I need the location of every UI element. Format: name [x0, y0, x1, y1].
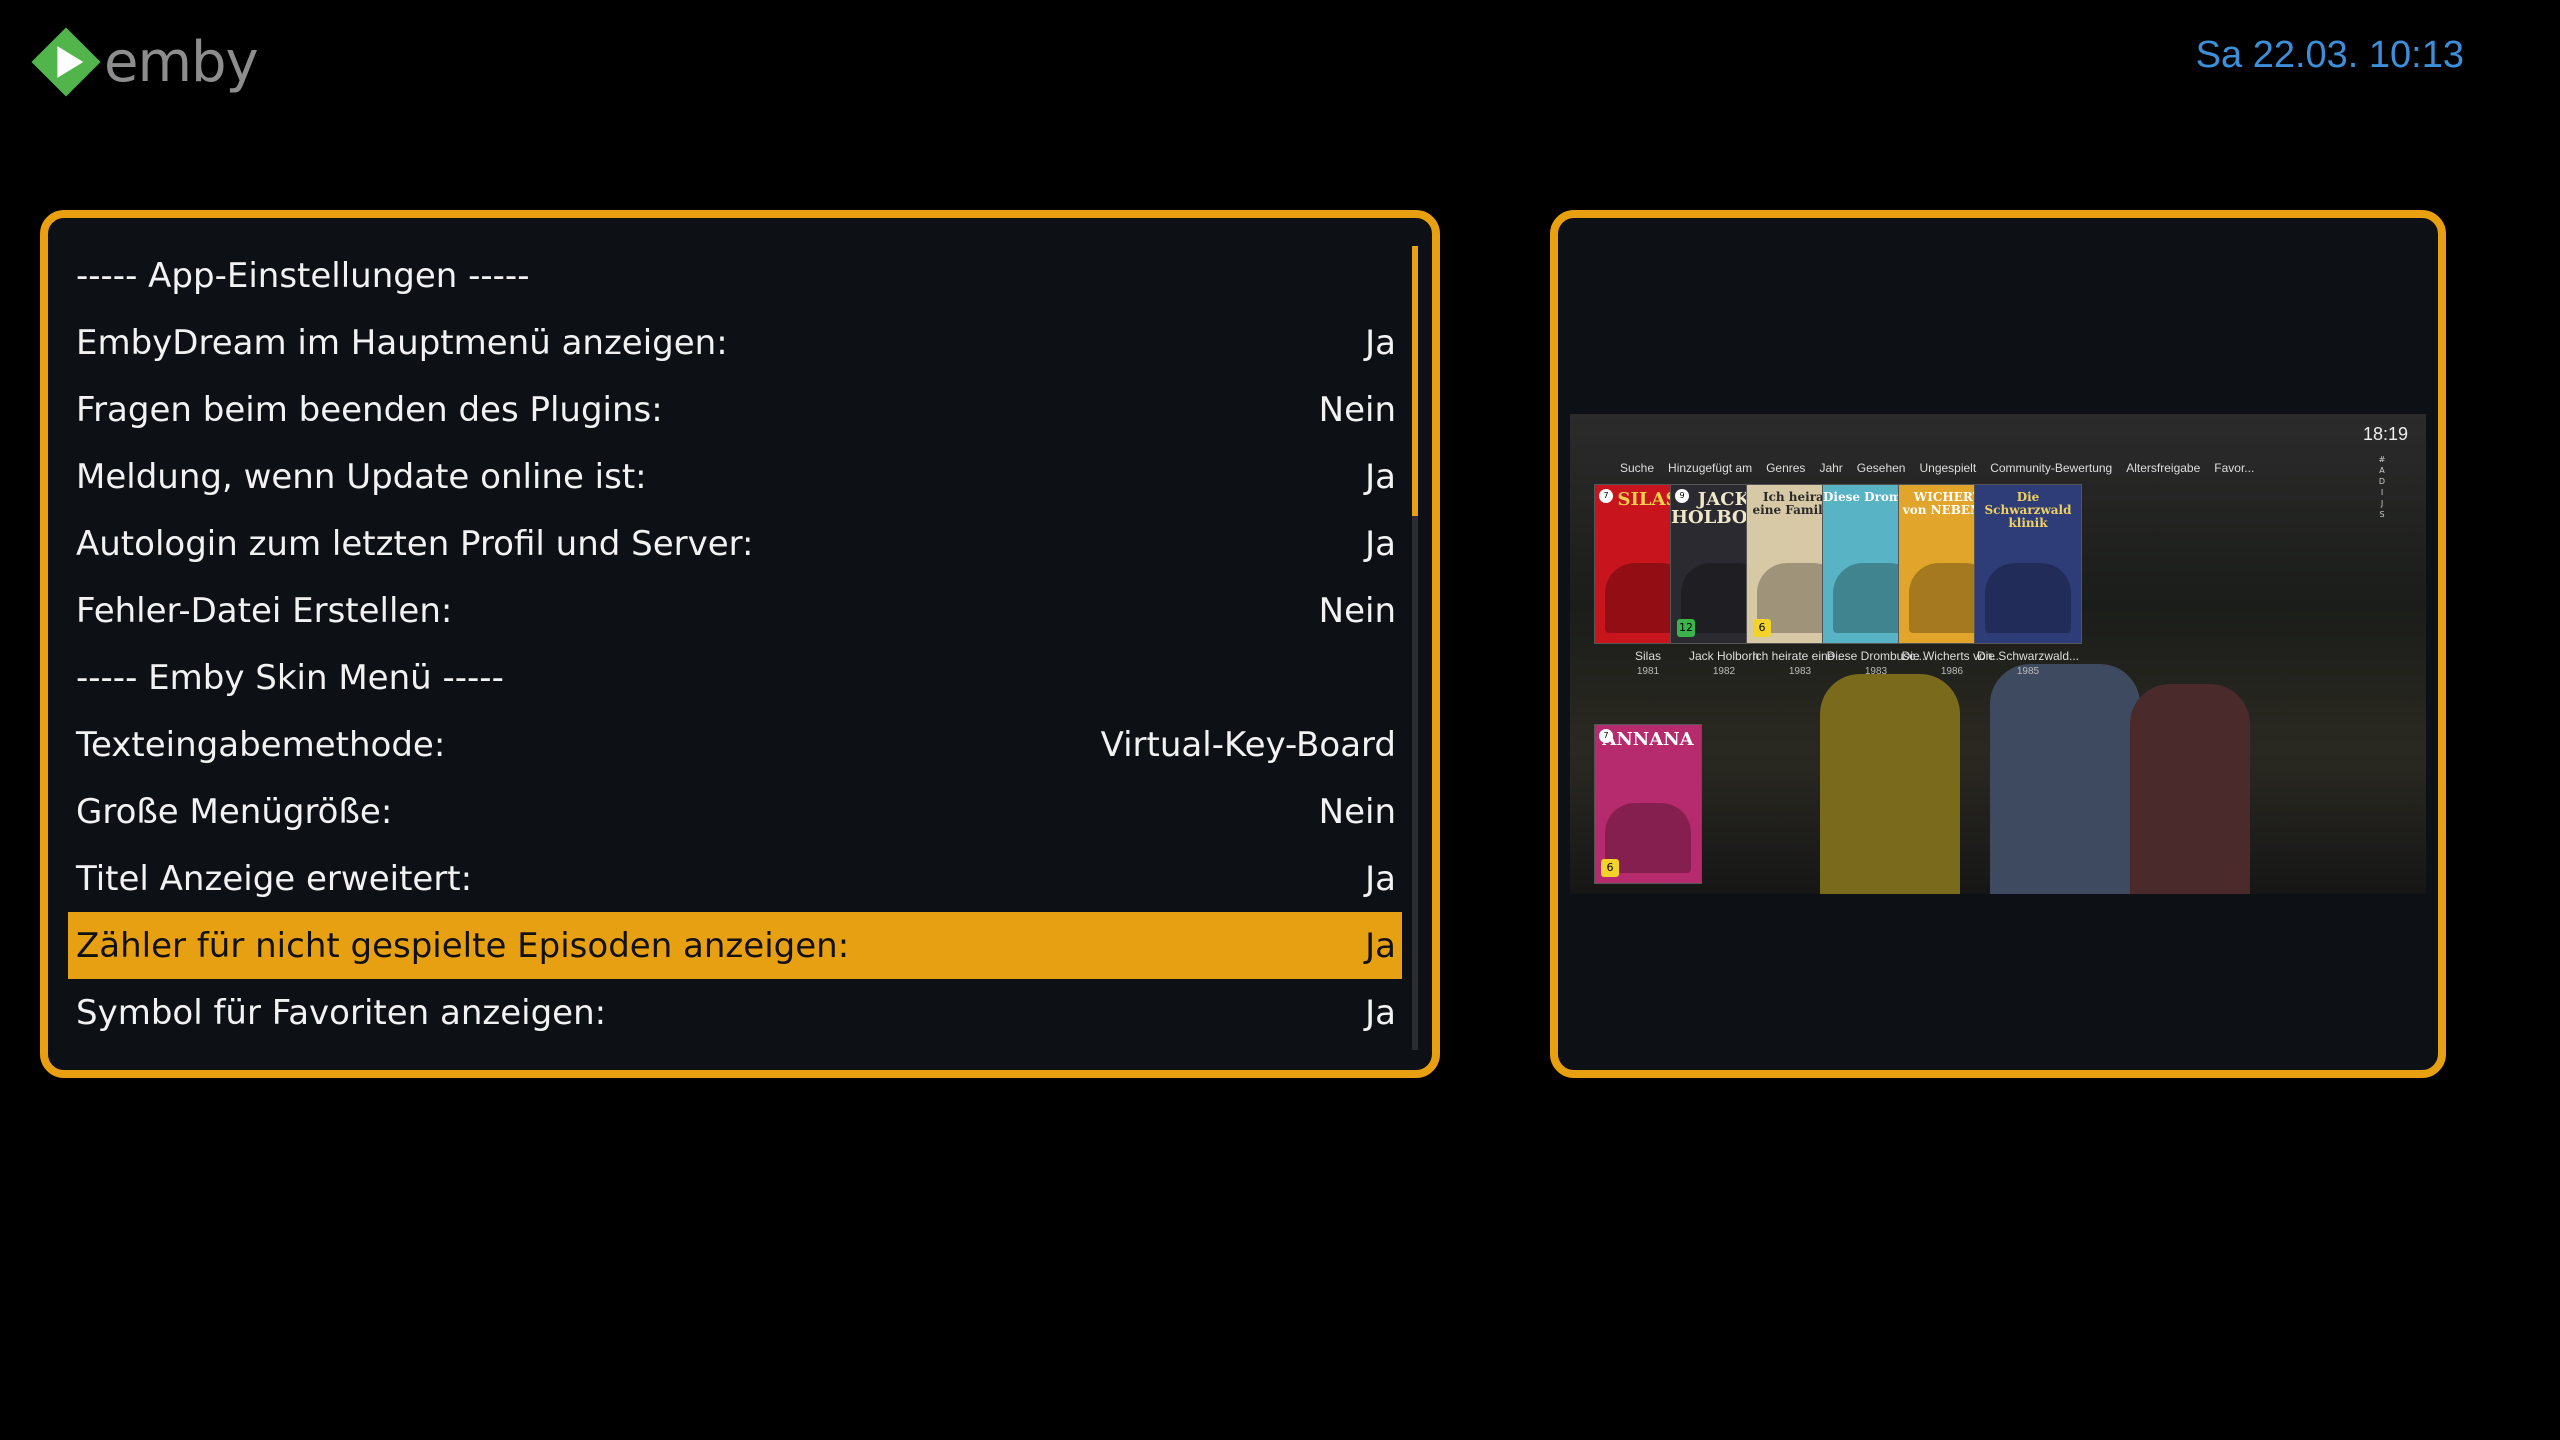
- settings-row-value: Ja: [1365, 456, 1396, 497]
- settings-list: ----- App-Einstellungen ----- EmbyDream i…: [68, 242, 1402, 1046]
- preview-panel: 18:19 Suche Hinzugefügt am Genres Jahr Geseh…: [1550, 210, 2446, 1078]
- settings-panel: ----- App-Einstellungen ----- EmbyDream i…: [40, 210, 1440, 1078]
- settings-row-label: Fragen beim beenden des Plugins:: [76, 389, 663, 430]
- preview-nav-item: Jahr: [1819, 461, 1843, 475]
- preview-nav-item: Hinzugefügt am: [1668, 461, 1753, 475]
- settings-row-label: Große Menügröße:: [76, 791, 393, 832]
- preview-poster: Die Schwarzwald klinik: [1974, 484, 2082, 644]
- settings-row-value: Nein: [1318, 590, 1396, 631]
- settings-row-label: EmbyDream im Hauptmenü anzeigen:: [76, 322, 728, 363]
- settings-row-label: Symbol für Favoriten anzeigen:: [76, 992, 607, 1033]
- settings-row[interactable]: Texteingabemethode: Virtual-Key-Board: [68, 711, 1402, 778]
- settings-row-value: Virtual-Key-Board: [1100, 724, 1396, 765]
- preview-nav-item: Genres: [1766, 461, 1806, 475]
- settings-row[interactable]: Fragen beim beenden des Plugins: Nein: [68, 376, 1402, 443]
- settings-row-label: Autologin zum letzten Profil und Server:: [76, 523, 754, 564]
- settings-row-label: Fehler-Datei Erstellen:: [76, 590, 453, 631]
- settings-row[interactable]: Autologin zum letzten Profil und Server:…: [68, 510, 1402, 577]
- scrollbar[interactable]: [1412, 246, 1418, 1050]
- poster-caption-title: Die Schwarzwald...: [1976, 649, 2080, 663]
- preview-bg-figure: [1820, 674, 1960, 894]
- fsk-rating-badge: 6: [1753, 619, 1771, 637]
- datetime: Sa 22.03. 10:13: [2195, 34, 2464, 76]
- fsk-rating-badge: 12: [1677, 619, 1695, 637]
- settings-row-value: Ja: [1365, 523, 1396, 564]
- settings-row-value: Ja: [1365, 858, 1396, 899]
- preview-poster: ANNANA 7 6: [1594, 724, 1702, 884]
- unplayed-count-badge: 7: [1599, 729, 1613, 743]
- settings-row[interactable]: Zähler für nicht gespielte Episoden anze…: [68, 912, 1402, 979]
- settings-section-header: ----- App-Einstellungen -----: [68, 242, 1402, 309]
- settings-row-value: Ja: [1365, 322, 1396, 363]
- poster-caption: Die Schwarzwald... 1985: [1963, 648, 2093, 680]
- poster-caption-year: 1985: [2016, 666, 2040, 677]
- scroll-thumb[interactable]: [1412, 246, 1418, 516]
- settings-row-label: Texteingabemethode:: [76, 724, 446, 765]
- preview-nav-item: Gesehen: [1856, 461, 1906, 475]
- settings-row-label: Titel Anzeige erweitert:: [76, 858, 473, 899]
- settings-row-label: Meldung, wenn Update online ist:: [76, 456, 647, 497]
- poster-title: Die Schwarzwald klinik: [1984, 490, 2072, 530]
- unplayed-count-badge: 7: [1599, 489, 1613, 503]
- preview-nav-item: Community-Bewertung: [1990, 461, 2113, 475]
- poster-art: [1985, 563, 2071, 633]
- preview-bg-figure: [2130, 684, 2250, 894]
- emby-logo-icon: [31, 27, 101, 97]
- preview-bg-figure: [1990, 664, 2140, 894]
- settings-row-label: Zähler für nicht gespielte Episoden anze…: [76, 925, 850, 966]
- settings-row[interactable]: Titel Anzeige erweitert: Ja: [68, 845, 1402, 912]
- settings-row[interactable]: Symbol für Favoriten anzeigen: Ja: [68, 979, 1402, 1046]
- settings-row[interactable]: Fehler-Datei Erstellen: Nein: [68, 577, 1402, 644]
- settings-row-label: ----- App-Einstellungen -----: [76, 255, 530, 296]
- preview-nav-item: Ungespielt: [1919, 461, 1977, 475]
- settings-row-value: Nein: [1318, 791, 1396, 832]
- settings-row-label: ----- Emby Skin Menü -----: [76, 657, 504, 698]
- unplayed-count-badge: 9: [1675, 489, 1689, 503]
- emby-logo: emby: [30, 22, 259, 102]
- settings-row[interactable]: Meldung, wenn Update online ist: Ja: [68, 443, 1402, 510]
- settings-row[interactable]: EmbyDream im Hauptmenü anzeigen: Ja: [68, 309, 1402, 376]
- fsk-rating-badge: 6: [1601, 859, 1619, 877]
- settings-row[interactable]: Große Menügröße: Nein: [68, 778, 1402, 845]
- logo-text: emby: [104, 29, 259, 95]
- settings-row-value: Nein: [1318, 389, 1396, 430]
- preview-nav: Suche Hinzugefügt am Genres Jahr Gesehen Unge…: [1620, 461, 2254, 475]
- preview-time: 18:19: [2362, 424, 2408, 444]
- preview-nav-item: Altersfreigabe: [2126, 461, 2201, 475]
- preview-alpha-index: # A D I J S: [2378, 455, 2386, 519]
- skin-preview-image: 18:19 Suche Hinzugefügt am Genres Jahr Geseh…: [1570, 414, 2426, 894]
- settings-row-value: Ja: [1365, 925, 1396, 966]
- settings-section-header: ----- Emby Skin Menü -----: [68, 644, 1402, 711]
- preview-nav-item: Favor...: [2214, 461, 2255, 475]
- preview-nav-item: Suche: [1620, 461, 1655, 475]
- settings-row-value: Ja: [1365, 992, 1396, 1033]
